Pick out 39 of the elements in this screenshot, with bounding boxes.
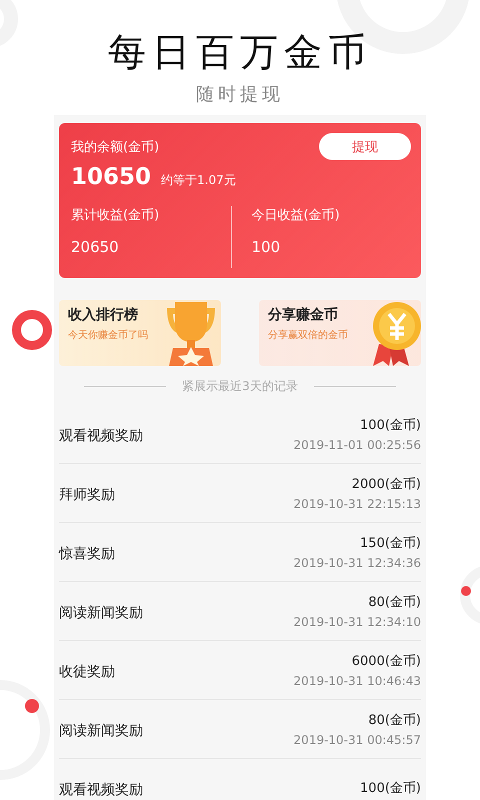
withdraw-button[interactable]: 提现	[319, 133, 411, 160]
stat-value: 20650	[71, 238, 120, 256]
record-amount: 100(金币)	[360, 417, 421, 434]
stat-value: 100	[252, 238, 282, 256]
promo-subtitle: 分享赢双倍的金币	[268, 328, 348, 342]
record-time: 2019-11-01 00:25:56	[294, 438, 421, 452]
record-title: 惊喜奖励	[59, 545, 115, 563]
promo-card[interactable]: 分享赚金币 分享赢双倍的金币	[259, 300, 421, 366]
record-title: 阅读新闻奖励	[59, 722, 143, 740]
record-amount: 100(金币)	[360, 780, 421, 797]
headline: 每日百万金币	[108, 30, 372, 74]
record-title: 阅读新闻奖励	[59, 604, 143, 622]
dot-decoration	[25, 699, 39, 713]
record-amount: 80(金币)	[368, 594, 421, 611]
stat-label: 累计收益(金币)	[71, 207, 160, 224]
promo-card[interactable]: 收入排行榜 今天你赚金币了吗	[59, 300, 221, 366]
promo-title: 收入排行榜	[68, 306, 139, 324]
stat-label: 今日收益(金币)	[252, 207, 341, 224]
record-title: 观看视频奖励	[59, 781, 143, 799]
balance-label: 我的余额(金币)	[71, 138, 160, 156]
ring-decoration	[12, 310, 52, 350]
record-amount: 80(金币)	[368, 712, 421, 729]
record-amount: 150(金币)	[360, 535, 421, 552]
record-amount: 6000(金币)	[352, 653, 421, 670]
records-note: 紧展示最近3天的记录	[182, 378, 298, 394]
record-amount: 2000(金币)	[352, 476, 421, 493]
promo-title: 分享赚金币	[268, 306, 339, 324]
subheadline: 随时提现	[196, 83, 284, 106]
record-time: 2019-10-31 12:34:10	[294, 615, 421, 629]
equivalent-text: 约等于1.07元	[161, 172, 236, 189]
record-time: 2019-10-31 12:34:36	[294, 556, 421, 570]
record-title: 拜师奖励	[59, 486, 115, 504]
balance-amount: 10650	[71, 164, 152, 190]
record-title: 收徒奖励	[59, 663, 115, 681]
promo-subtitle: 今天你赚金币了吗	[68, 328, 148, 342]
record-time: 2019-10-31 22:15:13	[294, 497, 421, 511]
record-time: 2019-10-31 10:46:43	[294, 674, 421, 688]
record-title: 观看视频奖励	[59, 427, 143, 445]
record-time: 2019-10-31 00:45:57	[294, 733, 421, 747]
